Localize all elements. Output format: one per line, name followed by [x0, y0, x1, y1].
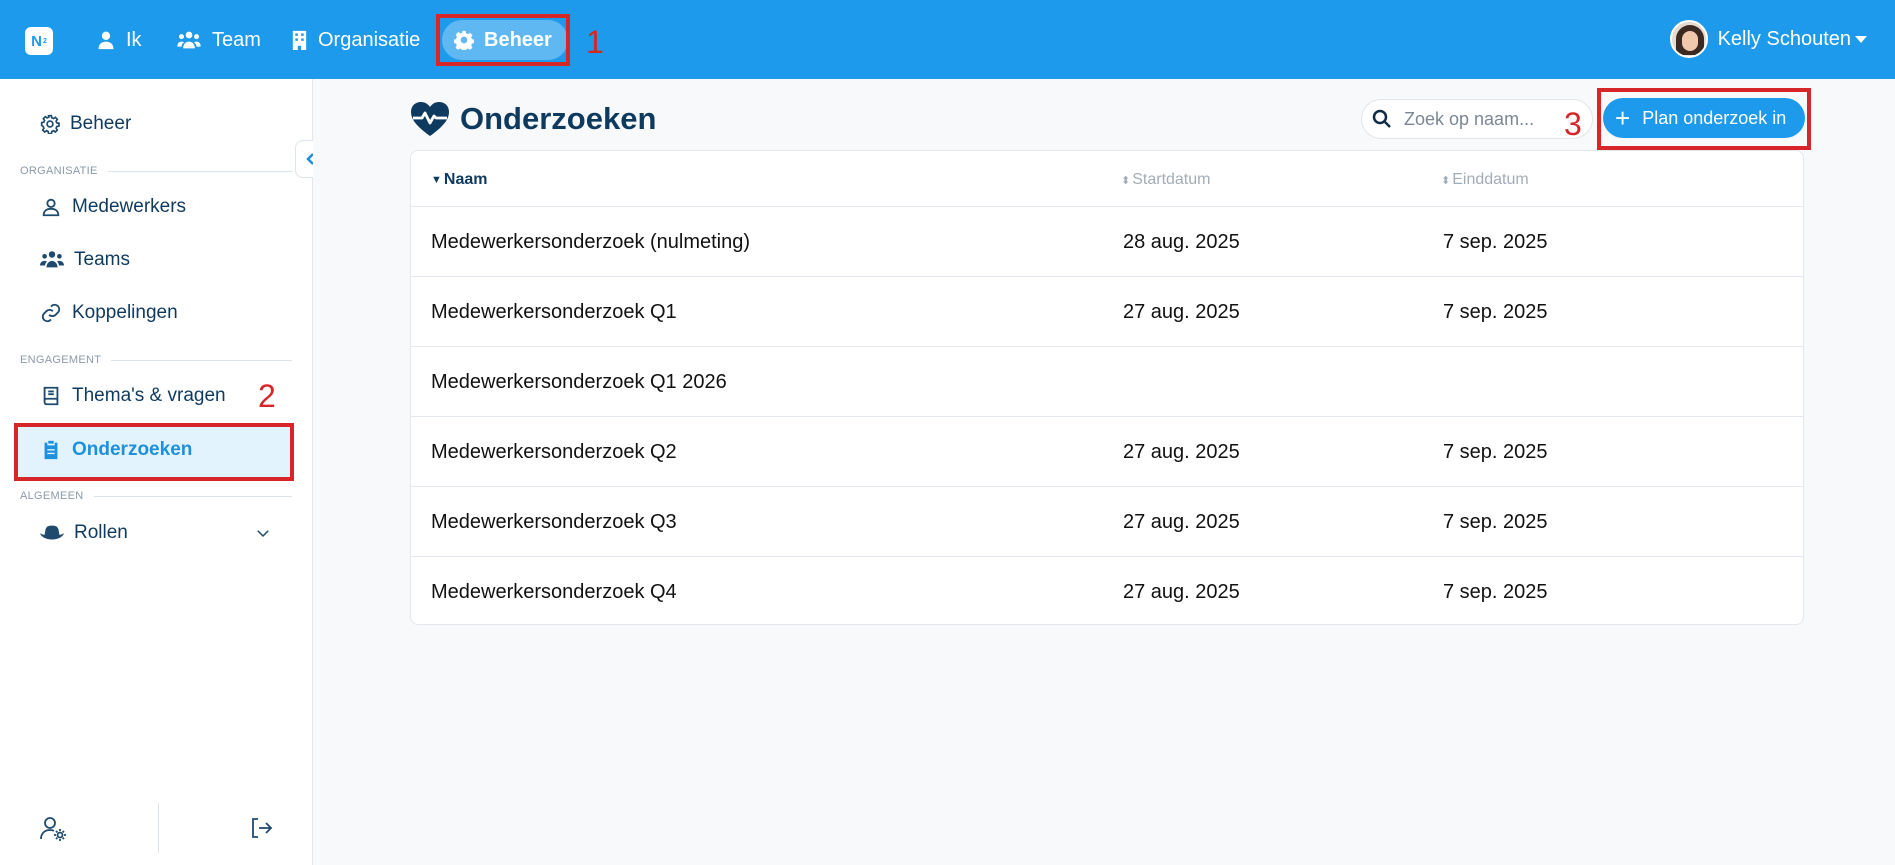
cell-einddatum: 7 sep. 2025: [1443, 441, 1548, 463]
cell-einddatum: 7 sep. 2025: [1443, 511, 1548, 533]
column-header-naam[interactable]: ▼ Naam: [431, 171, 487, 189]
table-row[interactable]: Medewerkersonderzoek Q3 27 aug. 2025 7 s…: [411, 487, 1803, 557]
sidebar-item-teams[interactable]: Teams: [40, 245, 130, 275]
search-box[interactable]: [1361, 99, 1593, 139]
cell-startdatum: 27 aug. 2025: [1123, 581, 1240, 603]
user-name: Kelly Schouten: [1717, 27, 1851, 50]
sidebar-item-teams-label: Teams: [74, 249, 130, 270]
nav-item-organisatie[interactable]: Organisatie: [291, 24, 420, 56]
cell-name: Medewerkersonderzoek Q1 2026: [431, 371, 727, 393]
sort-desc-icon: ▼: [431, 174, 442, 186]
book-icon: [43, 386, 59, 406]
sidebar-item-medewerkers[interactable]: Medewerkers: [40, 192, 186, 222]
nav-item-ik[interactable]: Ik: [96, 24, 142, 56]
nav-item-team[interactable]: Team: [176, 24, 261, 56]
cell-einddatum: 7 sep. 2025: [1443, 231, 1548, 253]
cell-name: Medewerkersonderzoek Q4: [431, 581, 677, 603]
annotation-number-3: 3: [1564, 106, 1582, 142]
table-row[interactable]: Medewerkersonderzoek Q1 2026: [411, 347, 1803, 417]
sidebar-item-beheer[interactable]: Beheer: [40, 109, 131, 139]
table-header: ▼ Naam ⬍ Startdatum ⬍ Einddatum: [411, 151, 1803, 207]
nav-item-ik-label: Ik: [126, 28, 142, 51]
sidebar-item-themas-vragen-label: Thema's & vragen: [72, 385, 226, 406]
table-row[interactable]: Medewerkersonderzoek Q2 27 aug. 2025 7 s…: [411, 417, 1803, 487]
caret-down-icon: [1855, 35, 1867, 43]
annotation-box-2: [14, 423, 294, 481]
sort-icon: ⬍: [1121, 174, 1131, 187]
cell-startdatum: 27 aug. 2025: [1123, 301, 1240, 323]
cell-startdatum: 27 aug. 2025: [1123, 441, 1240, 463]
sidebar-footer-divider: [158, 803, 159, 853]
section-header-algemeen: ALGEMEEN: [20, 490, 292, 502]
cell-name: Medewerkersonderzoek Q3: [431, 511, 677, 533]
user-settings-icon[interactable]: [40, 815, 66, 841]
avatar: [1669, 20, 1708, 58]
page-title: Onderzoeken: [410, 101, 656, 137]
annotation-box-3: [1597, 88, 1811, 150]
sort-icon: ⬍: [1441, 174, 1451, 187]
section-header-engagement: ENGAGEMENT: [20, 354, 292, 366]
cell-name: Medewerkersonderzoek Q1: [431, 301, 677, 323]
table-row[interactable]: Medewerkersonderzoek Q4 27 aug. 2025 7 s…: [411, 557, 1803, 624]
page-title-text: Onderzoeken: [460, 101, 657, 136]
sidebar-item-koppelingen-label: Koppelingen: [72, 302, 178, 323]
annotation-box-1: [436, 14, 570, 66]
user-icon: [42, 198, 60, 217]
sidebar-item-medewerkers-label: Medewerkers: [72, 196, 187, 217]
annotation-number-1: 1: [586, 24, 604, 60]
users-icon: [177, 31, 201, 49]
heart-pulse-icon: [411, 102, 449, 136]
cell-einddatum: 7 sep. 2025: [1443, 301, 1548, 323]
column-header-einddatum[interactable]: ⬍ Einddatum: [1441, 171, 1529, 189]
cell-name: Medewerkersonderzoek (nulmeting): [431, 231, 751, 253]
users-icon: [40, 251, 64, 268]
cell-startdatum: 28 aug. 2025: [1123, 231, 1240, 253]
user-menu[interactable]: Kelly Schouten: [1669, 19, 1867, 59]
cell-einddatum: 7 sep. 2025: [1443, 581, 1548, 603]
sidebar-item-themas-vragen[interactable]: Thema's & vragen: [40, 381, 226, 411]
cell-name: Medewerkersonderzoek Q2: [431, 441, 677, 463]
annotation-number-2: 2: [258, 378, 276, 414]
sidebar-item-koppelingen[interactable]: Koppelingen: [40, 298, 178, 328]
sidebar-item-rollen[interactable]: Rollen: [40, 518, 272, 548]
building-icon: [292, 30, 307, 50]
sidebar-item-rollen-label: Rollen: [74, 522, 128, 543]
nav-item-team-label: Team: [212, 28, 261, 51]
link-icon: [41, 303, 61, 323]
search-icon: [1372, 109, 1391, 128]
chevron-down-icon: [257, 530, 269, 538]
section-header-organisatie: ORGANISATIE: [20, 165, 292, 177]
sidebar-item-beheer-label: Beheer: [70, 113, 132, 134]
gear-icon: [40, 114, 60, 134]
hat-icon: [40, 525, 64, 540]
app-logo[interactable]: N2: [25, 27, 53, 55]
table-row[interactable]: Medewerkersonderzoek (nulmeting) 28 aug.…: [411, 207, 1803, 277]
search-input[interactable]: [1404, 108, 1584, 130]
nav-item-organisatie-label: Organisatie: [318, 28, 421, 51]
logout-icon[interactable]: [248, 815, 274, 841]
table-row[interactable]: Medewerkersonderzoek Q1 27 aug. 2025 7 s…: [411, 277, 1803, 347]
column-header-startdatum[interactable]: ⬍ Startdatum: [1121, 171, 1210, 189]
cell-startdatum: 27 aug. 2025: [1123, 511, 1240, 533]
onderzoeken-table: ▼ Naam ⬍ Startdatum ⬍ Einddatum Medewerk…: [410, 150, 1804, 625]
top-navigation-bar: N2 Ik Team Organisatie Beheer Kelly Scho…: [0, 0, 1895, 79]
user-icon: [98, 31, 114, 50]
